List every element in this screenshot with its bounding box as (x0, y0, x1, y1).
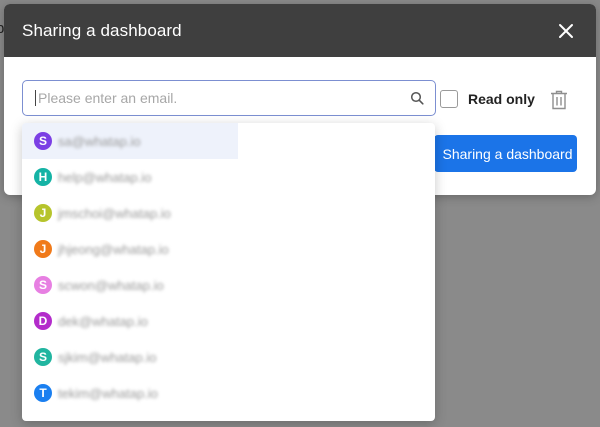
avatar: D (34, 312, 52, 330)
avatar: T (34, 384, 52, 402)
email-field[interactable] (22, 80, 436, 116)
suggestion-item[interactable]: Ssa@whatap.io (22, 123, 435, 159)
search-icon[interactable] (409, 90, 425, 106)
read-only-toggle[interactable]: Read only (440, 90, 535, 108)
email-suggestion-dropdown: Ssa@whatap.io Hhelp@whatap.io Jjmschoi@wha… (22, 123, 435, 421)
suggestion-item[interactable]: Hhelp@whatap.io (22, 159, 435, 195)
suggestion-email: scwon@whatap.io (58, 277, 164, 293)
suggestion-email: sjkim@whatap.io (58, 349, 157, 365)
avatar: S (34, 132, 52, 150)
read-only-checkbox[interactable] (440, 90, 458, 108)
suggestion-email: dek@whatap.io (58, 313, 148, 329)
trash-icon[interactable] (550, 90, 568, 110)
avatar: S (34, 276, 52, 294)
avatar: S (34, 348, 52, 366)
dialog-header: Sharing a dashboard (4, 4, 596, 57)
email-input[interactable] (38, 90, 409, 106)
suggestion-item[interactable]: Sscwon@whatap.io (22, 267, 435, 303)
suggestion-email: jmschoi@whatap.io (58, 205, 171, 221)
avatar: J (34, 204, 52, 222)
suggestion-item[interactable]: Ddek@whatap.io (22, 303, 435, 339)
suggestion-email: jhjeong@whatap.io (58, 241, 169, 257)
suggestion-email: help@whatap.io (58, 169, 152, 185)
suggestion-email: tekim@whatap.io (58, 385, 158, 401)
suggestion-item[interactable]: Jjmschoi@whatap.io (22, 195, 435, 231)
text-caret (35, 90, 36, 106)
suggestion-item[interactable]: Ttekim@whatap.io (22, 375, 435, 411)
avatar: J (34, 240, 52, 258)
suggestion-item[interactable]: Jjhjeong@whatap.io (22, 231, 435, 267)
suggestion-email: sa@whatap.io (58, 133, 141, 149)
share-dashboard-button[interactable]: Sharing a dashboard (434, 135, 577, 172)
avatar: H (34, 168, 52, 186)
close-icon[interactable] (554, 19, 578, 43)
dialog-title: Sharing a dashboard (22, 20, 182, 40)
read-only-label: Read only (468, 91, 535, 107)
suggestion-item[interactable]: Ssjkim@whatap.io (22, 339, 435, 375)
